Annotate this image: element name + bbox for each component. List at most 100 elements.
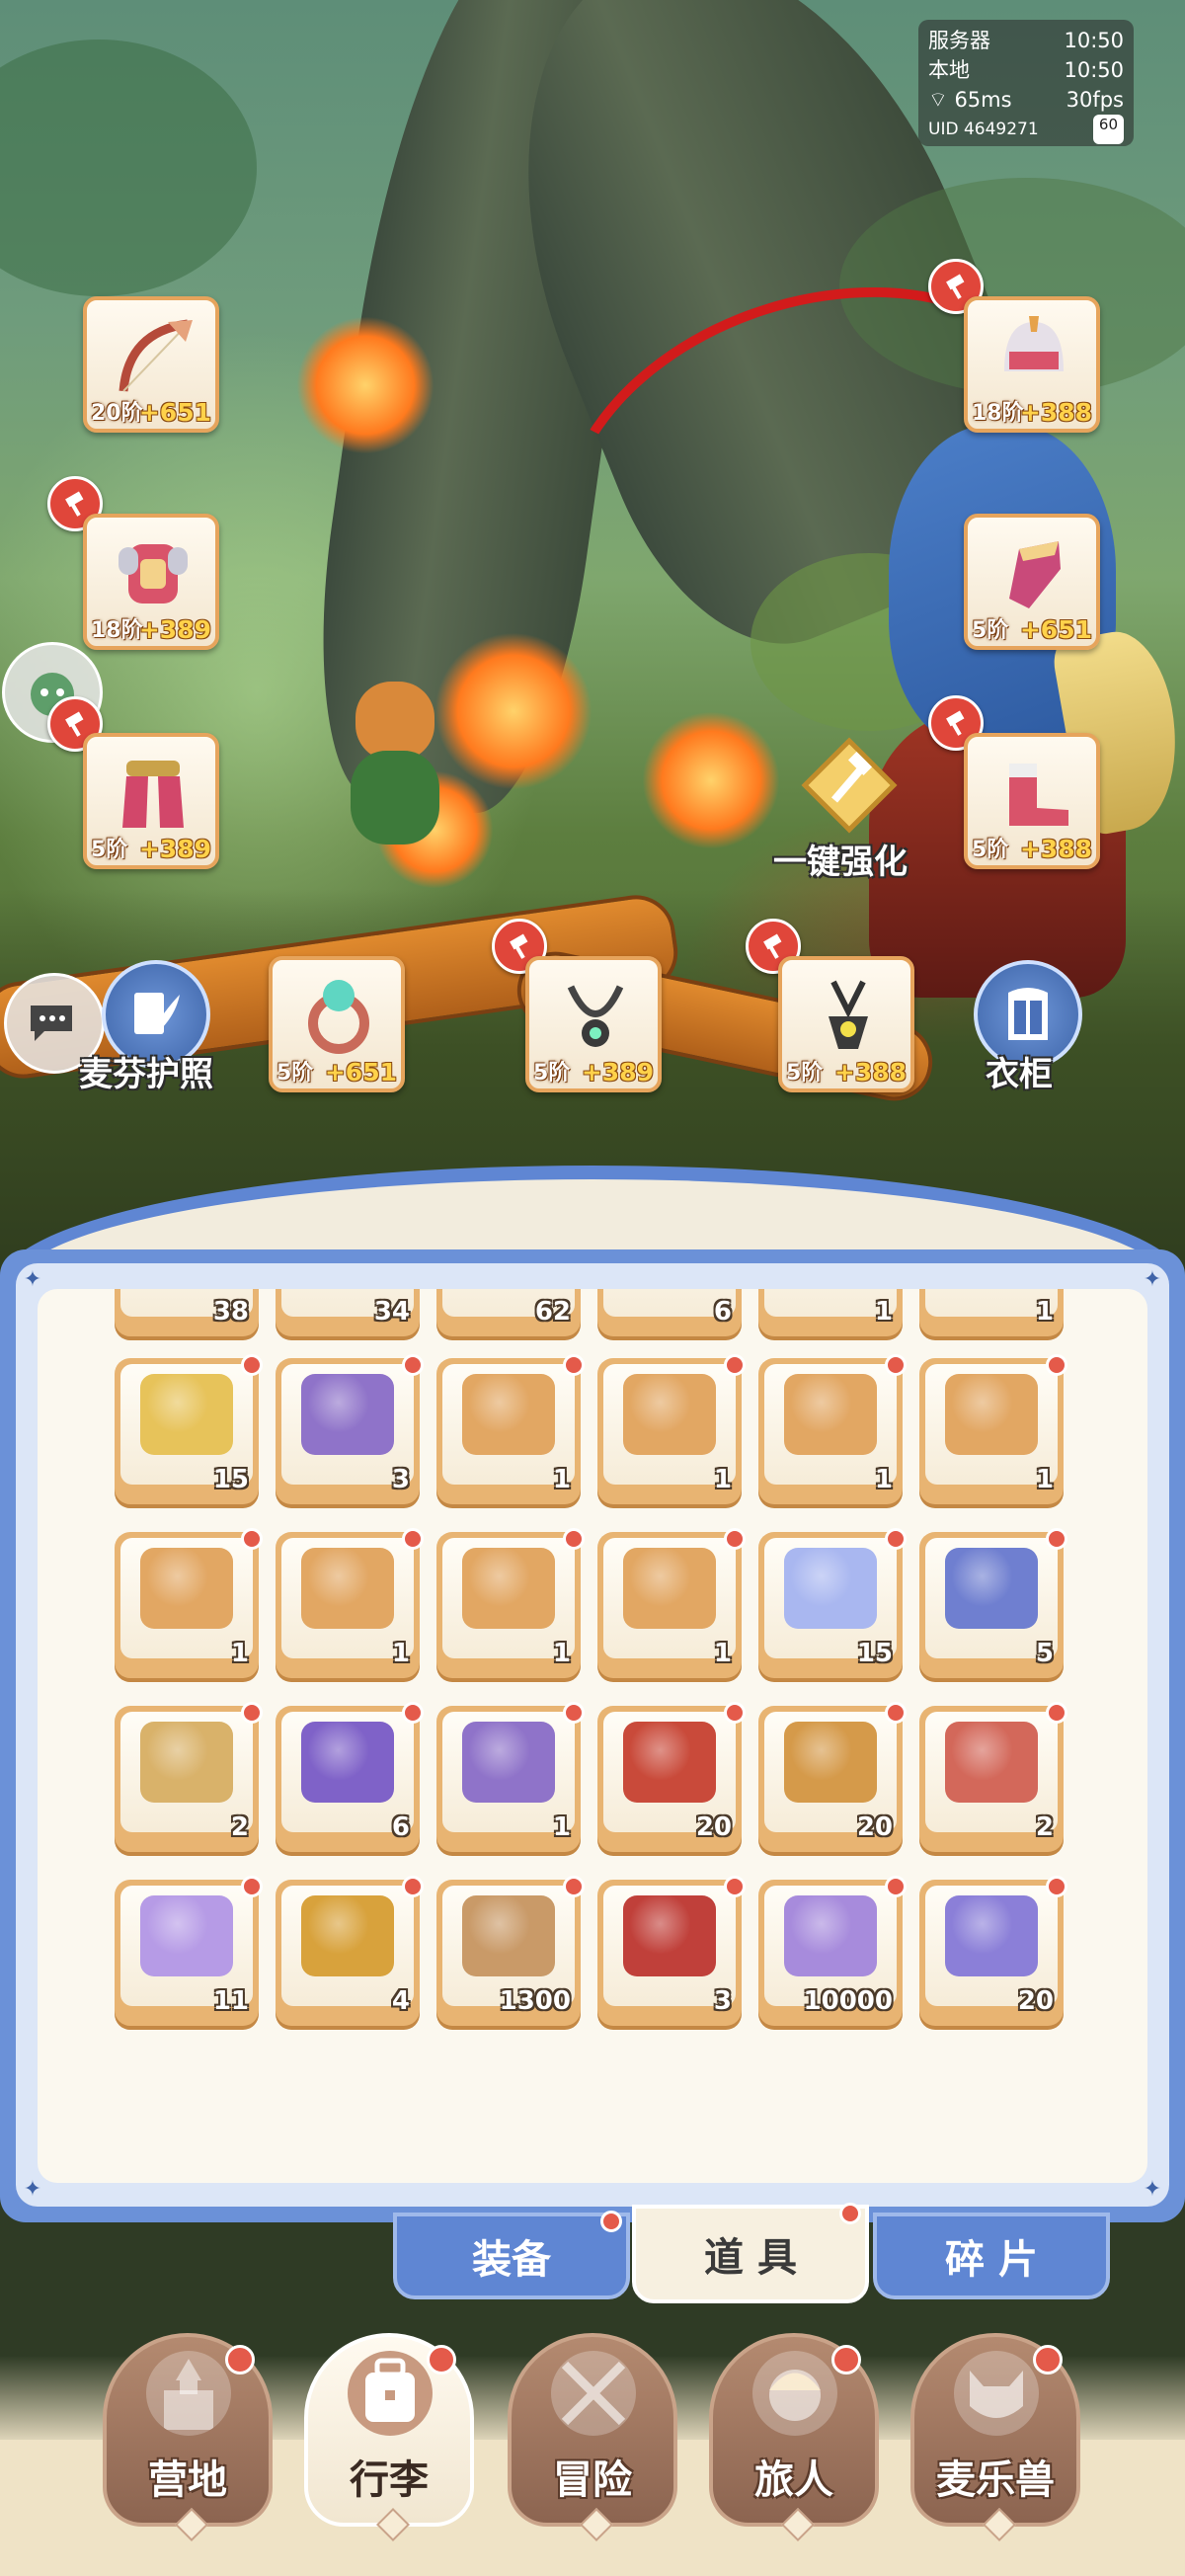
- golden-bell-icon: [140, 1374, 233, 1455]
- inventory-item[interactable]: 1: [276, 1528, 424, 1678]
- passport-label: 麦芬护照: [79, 1055, 213, 1094]
- inventory-item[interactable]: 1: [919, 1354, 1067, 1504]
- traveler-face-icon: [752, 2351, 837, 2436]
- notification-dot: [1033, 2345, 1063, 2375]
- nav-adventure[interactable]: 冒险: [508, 2333, 677, 2541]
- wardrobe-icon: [1008, 988, 1048, 1040]
- notification-dot: [402, 1528, 424, 1550]
- armor-icon: [118, 544, 188, 604]
- wifi-icon: ⌔: [928, 88, 948, 112]
- equip-slot-armor[interactable]: 18阶 +389: [83, 514, 219, 650]
- purple-chest-icon: [301, 1722, 394, 1803]
- equip-slot-helmet[interactable]: 18阶 +388: [964, 296, 1100, 433]
- tab-items-label: 道 具: [704, 2235, 797, 2281]
- inventory-item[interactable]: 38: [115, 1289, 259, 1336]
- inventory-item[interactable]: 15: [758, 1528, 907, 1678]
- nav-traveler[interactable]: 旅人: [709, 2333, 879, 2541]
- equip-slot-gloves[interactable]: 5阶 +651: [964, 514, 1100, 650]
- item-quantity: 2: [1035, 1812, 1054, 1842]
- notification-dot: [1046, 1354, 1067, 1376]
- inventory-item[interactable]: 11: [115, 1876, 263, 2026]
- tab-fragments[interactable]: 碎 片: [873, 2213, 1110, 2299]
- nav-luggage[interactable]: 行李: [304, 2333, 474, 2541]
- red-chest-icon: [623, 1722, 716, 1803]
- item-quantity: 1: [552, 1639, 571, 1668]
- inventory-item[interactable]: 62: [436, 1289, 581, 1336]
- item-quantity: 6: [713, 1297, 732, 1327]
- inventory-item[interactable]: 4: [276, 1876, 424, 2026]
- nav-camp[interactable]: 营地: [103, 2333, 273, 2541]
- fps-cap-badge: 60: [1092, 115, 1124, 144]
- inventory-item[interactable]: 1: [115, 1528, 263, 1678]
- purple-chest-icon: [462, 1722, 555, 1803]
- item-quantity: 1: [552, 1812, 571, 1842]
- inventory-item[interactable]: 20: [597, 1702, 746, 1852]
- equip-slot-ring[interactable]: 5阶 +651: [269, 956, 405, 1092]
- pet-cat-icon: [954, 2351, 1039, 2436]
- inventory-grid[interactable]: 38 34 62 6 1 1 15 3 1 1 1 1 1 1 1 1 15 5 2 6 1 20 20 2 11 4 1300 3 1…: [38, 1289, 1147, 2183]
- music-box-icon: [301, 1548, 394, 1629]
- inventory-item[interactable]: 1: [758, 1289, 903, 1336]
- bow-level: 20阶: [91, 401, 143, 426]
- ring-bonus: +651: [324, 1058, 397, 1087]
- amulet-level: 5阶: [786, 1061, 824, 1086]
- notification-dot: [563, 1528, 585, 1550]
- notification-dot: [402, 1354, 424, 1376]
- helmet-icon: [1004, 316, 1064, 371]
- equip-slot-bow[interactable]: 20阶 +651: [83, 296, 219, 433]
- notification-dot: [839, 2203, 861, 2224]
- inventory-item[interactable]: 6: [597, 1289, 742, 1336]
- inventory-item[interactable]: 1: [436, 1354, 585, 1504]
- inventory-item[interactable]: 1: [919, 1289, 1064, 1336]
- tab-items[interactable]: 道 具: [632, 2203, 869, 2303]
- server-time: 10:50: [1064, 29, 1124, 52]
- nav-adventure-label: 冒险: [553, 2457, 632, 2503]
- notification-dot: [241, 1354, 263, 1376]
- tab-fragments-label: 碎 片: [945, 2237, 1038, 2283]
- gold-chest-icon: [140, 1722, 233, 1803]
- boots-level: 5阶: [972, 838, 1009, 862]
- inventory-item[interactable]: 1: [436, 1528, 585, 1678]
- auto-enhance-button[interactable]: 一键强化: [765, 736, 933, 884]
- equip-slot-pants[interactable]: 5阶 +389: [83, 733, 219, 869]
- inventory-item[interactable]: 2: [115, 1702, 263, 1852]
- chat-icon: [31, 1006, 72, 1041]
- inventory-item[interactable]: 2: [919, 1702, 1067, 1852]
- equip-slot-amulet[interactable]: 5阶 +388: [778, 956, 914, 1092]
- nav-pets[interactable]: 麦乐兽: [910, 2333, 1080, 2541]
- bread-oven-icon: [462, 1895, 555, 1976]
- notification-dot: [724, 1702, 746, 1724]
- equip-slot-boots[interactable]: 5阶 +388: [964, 733, 1100, 869]
- notification-dot: [831, 2345, 861, 2375]
- inventory-item[interactable]: 1300: [436, 1876, 585, 2026]
- inventory-item[interactable]: 1: [436, 1702, 585, 1852]
- status-panel: 服务器 10:50 本地 10:50 ⌔ 65ms 30fps UID 4649271…: [918, 20, 1134, 146]
- music-box-icon: [945, 1374, 1038, 1455]
- inventory-item[interactable]: 34: [276, 1289, 420, 1336]
- item-quantity: 11: [212, 1986, 249, 2016]
- inventory-item[interactable]: 15: [115, 1354, 263, 1504]
- inventory-item[interactable]: 10000: [758, 1876, 907, 2026]
- armor-bonus: +389: [138, 615, 211, 644]
- inventory-item[interactable]: 3: [597, 1876, 746, 2026]
- inventory-item[interactable]: 5: [919, 1528, 1067, 1678]
- crossed-swords-icon: [551, 2351, 636, 2436]
- tab-equipment[interactable]: 装备: [393, 2211, 630, 2299]
- item-quantity: 1: [1035, 1297, 1054, 1327]
- inventory-item[interactable]: 20: [758, 1702, 907, 1852]
- notification-dot: [402, 1702, 424, 1724]
- bow-bonus: +651: [138, 398, 211, 427]
- ring-level: 5阶: [276, 1061, 314, 1086]
- item-quantity: 34: [373, 1297, 410, 1327]
- letter-card-icon: [140, 1895, 233, 1976]
- inventory-item[interactable]: 1: [597, 1528, 746, 1678]
- equip-slot-necklace[interactable]: 5阶 +389: [525, 956, 662, 1092]
- inventory-item[interactable]: 20: [919, 1876, 1067, 2026]
- inventory-item[interactable]: 1: [758, 1354, 907, 1504]
- notification-dot: [1046, 1876, 1067, 1897]
- notification-dot: [885, 1354, 907, 1376]
- inventory-item[interactable]: 3: [276, 1354, 424, 1504]
- inventory-item[interactable]: 6: [276, 1702, 424, 1852]
- inventory-item[interactable]: 1: [597, 1354, 746, 1504]
- notification-dot: [600, 2211, 622, 2232]
